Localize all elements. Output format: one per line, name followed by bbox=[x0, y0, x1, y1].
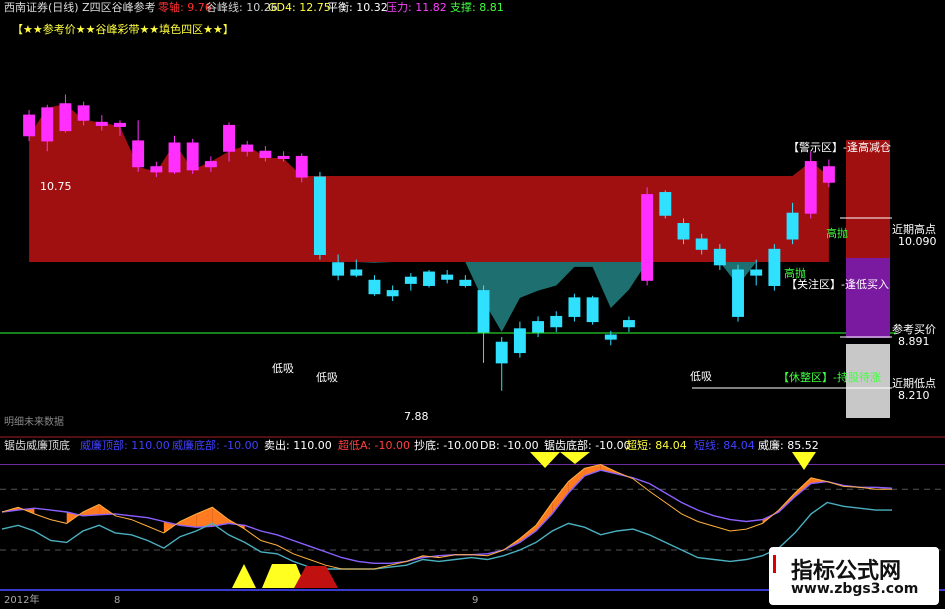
candle-body bbox=[204, 161, 217, 168]
indicator-value: 短线: 84.04 bbox=[694, 439, 755, 452]
indicator-title: 锯齿威廉顶底 bbox=[4, 439, 70, 452]
candle-body bbox=[623, 320, 635, 328]
candle-body bbox=[786, 212, 799, 240]
candle-body bbox=[732, 269, 744, 317]
low-price-label: 7.88 bbox=[404, 410, 429, 423]
candle-body bbox=[659, 192, 672, 216]
sell-signal-label: 高抛 bbox=[826, 227, 848, 240]
recent-high-label: 近期高点 bbox=[892, 223, 936, 236]
candle-body bbox=[23, 114, 36, 137]
candle-body bbox=[259, 150, 272, 158]
buy-signal-label: 低吸 bbox=[272, 362, 294, 375]
candle-body bbox=[95, 121, 108, 126]
date-label-year: 2012年 bbox=[4, 595, 40, 606]
indicator-value: 威廉底部: -10.00 bbox=[172, 439, 259, 452]
header-value: 压力: 11.82 bbox=[386, 1, 447, 14]
watch-zone-band bbox=[846, 258, 890, 338]
candle-body bbox=[223, 124, 235, 152]
candle-body bbox=[404, 276, 417, 284]
candle-body bbox=[750, 269, 763, 276]
indicator-value: 超低A: -10.00 bbox=[338, 439, 410, 452]
reference-buy-label: 参考买价 bbox=[892, 323, 936, 336]
candle-body bbox=[441, 274, 454, 280]
candle-body bbox=[532, 321, 545, 333]
candle-body bbox=[77, 105, 90, 121]
warning-zone-label: 【警示区】-逢高减仓 bbox=[788, 141, 891, 154]
recent-low-label: 近期低点 bbox=[892, 377, 936, 390]
candle-body bbox=[132, 140, 145, 168]
candle-body bbox=[368, 279, 381, 295]
candle-body bbox=[423, 271, 435, 286]
date-label-month: 9 bbox=[472, 595, 479, 606]
indicator-value: DB: -10.00 bbox=[480, 439, 539, 452]
candle-body bbox=[459, 279, 472, 286]
candle-body bbox=[313, 176, 326, 255]
indicator-value: 超短: 84.04 bbox=[626, 439, 687, 452]
candle-body bbox=[586, 297, 599, 323]
candle-body bbox=[604, 334, 617, 340]
future-data-label: 明细未来数据 bbox=[4, 417, 64, 428]
chart-title: 西南证券(日线) Z四区谷峰参考 bbox=[4, 1, 156, 14]
recent-low-value: 8.210 bbox=[898, 389, 930, 402]
candle-body bbox=[695, 238, 708, 250]
recent-high-value: 10.090 bbox=[898, 235, 937, 248]
indicator-value: 锯齿底部: -10.00 bbox=[544, 439, 631, 452]
candle-body bbox=[114, 122, 126, 127]
warning-zone-band bbox=[846, 140, 890, 258]
candle-body bbox=[241, 144, 254, 152]
candle-body bbox=[59, 103, 72, 132]
buy-signal-label: 低吸 bbox=[690, 370, 712, 383]
indicator-value: 威廉: 85.52 bbox=[758, 439, 819, 452]
candle-body bbox=[277, 155, 290, 159]
candle-body bbox=[477, 290, 490, 333]
watch-zone-label: 【关注区】-逢低买入 bbox=[786, 278, 889, 291]
indicator-value: 抄底: -10.00 bbox=[414, 439, 479, 452]
header-value: 谷峰线: 10.26 bbox=[206, 1, 278, 14]
header-value: 支撑: 8.81 bbox=[450, 1, 504, 14]
reference-buy-value: 8.891 bbox=[898, 335, 930, 348]
header-value: 零轴: 9.76 bbox=[158, 1, 212, 14]
indicator-value: 威廉顶部: 110.00 bbox=[80, 439, 170, 452]
candle-body bbox=[295, 155, 308, 178]
watermark[interactable]: 指标公式网 www.zbgs3.com bbox=[769, 547, 939, 605]
candle-body bbox=[804, 161, 817, 214]
candle-body bbox=[822, 166, 835, 183]
candle-body bbox=[168, 142, 181, 173]
candle-body bbox=[513, 328, 526, 354]
date-label-month: 8 bbox=[114, 595, 121, 606]
rest-zone-label: 【休整区】-持股待涨 bbox=[778, 371, 881, 384]
stock-chart[interactable] bbox=[0, 0, 945, 609]
candle-body bbox=[768, 248, 781, 286]
candle-body bbox=[386, 290, 399, 297]
indicator-value: 卖出: 110.00 bbox=[264, 439, 332, 452]
candle-body bbox=[677, 223, 690, 240]
high-price-label: 10.75 bbox=[40, 180, 72, 193]
chart-subtitle: 【★★参考价★★谷峰彩带★★填色四区★★】 bbox=[12, 23, 234, 36]
candle-body bbox=[495, 341, 508, 364]
candle-body bbox=[550, 315, 563, 328]
candle-body bbox=[568, 297, 581, 317]
watermark-url: www.zbgs3.com bbox=[791, 581, 919, 597]
watermark-logo-icon bbox=[773, 555, 788, 573]
header-value: GD4: 12.75 bbox=[268, 1, 331, 14]
candle-body bbox=[350, 269, 363, 276]
candle-body bbox=[41, 107, 54, 142]
candle-body bbox=[150, 166, 163, 173]
header-value: 平衡: 10.32 bbox=[327, 1, 388, 14]
candle-body bbox=[641, 194, 654, 281]
candle-body bbox=[713, 248, 726, 266]
candle-body bbox=[186, 142, 199, 171]
candle-body bbox=[332, 262, 345, 276]
buy-signal-label: 低吸 bbox=[316, 371, 338, 384]
